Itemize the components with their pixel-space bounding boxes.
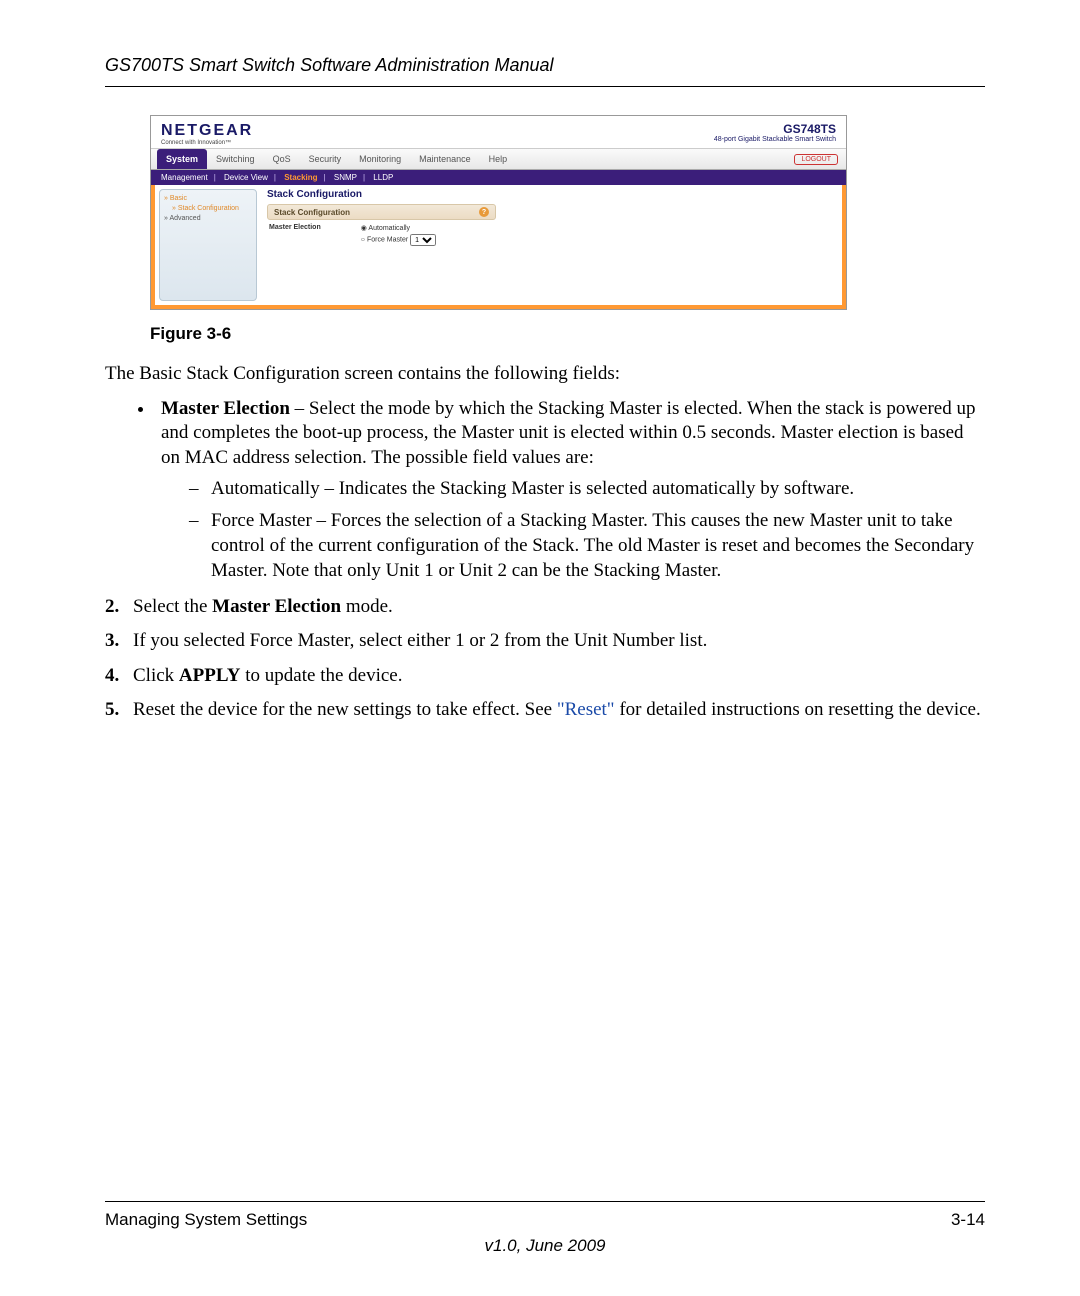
- link-reset[interactable]: "Reset": [557, 699, 615, 720]
- main-nav: System Switching QoS Security Monitoring…: [151, 148, 846, 170]
- subnav-management[interactable]: Management: [161, 173, 208, 182]
- unit-number-select[interactable]: 1 2: [410, 234, 436, 246]
- tab-help[interactable]: Help: [480, 149, 517, 169]
- tab-system[interactable]: System: [157, 149, 207, 169]
- figure-screenshot: NETGEAR Connect with Innovation™ GS748TS…: [150, 115, 850, 344]
- figure-caption: Figure 3-6: [150, 324, 850, 344]
- sidebar: » Basic » Stack Configuration » Advanced: [159, 189, 257, 301]
- sidebar-basic[interactable]: » Basic: [164, 195, 252, 202]
- radio-force-master[interactable]: ○ Force Master 1 2: [361, 234, 436, 246]
- subbullet-automatically: Automatically – Indicates the Stacking M…: [189, 477, 985, 502]
- help-icon[interactable]: ?: [479, 207, 489, 217]
- bullet-master-election: Master Election – Select the mode by whi…: [155, 397, 985, 584]
- doc-header-title: GS700TS Smart Switch Software Administra…: [105, 55, 985, 76]
- panel-title: Stack Configuration: [267, 189, 836, 200]
- intro-text: The Basic Stack Configuration screen con…: [105, 362, 985, 387]
- device-model: GS748TS: [714, 122, 836, 136]
- tab-switching[interactable]: Switching: [207, 149, 264, 169]
- footer-page-number: 3-14: [951, 1210, 985, 1230]
- panel-subheader: Stack Configuration ?: [267, 204, 496, 220]
- tab-qos[interactable]: QoS: [264, 149, 300, 169]
- subbullet-force-master: Force Master – Forces the selection of a…: [189, 509, 985, 583]
- tab-monitoring[interactable]: Monitoring: [350, 149, 410, 169]
- page-footer: Managing System Settings 3-14 v1.0, June…: [105, 1193, 985, 1256]
- step-2: 2. Select the Master Election mode.: [105, 594, 985, 621]
- header-rule: [105, 86, 985, 87]
- footer-section: Managing System Settings: [105, 1210, 307, 1230]
- subnav-deviceview[interactable]: Device View: [224, 173, 268, 182]
- subnav-stacking[interactable]: Stacking: [284, 173, 317, 182]
- step-5: 5. Reset the device for the new settings…: [105, 697, 985, 724]
- device-model-sub: 48-port Gigabit Stackable Smart Switch: [714, 136, 836, 143]
- tab-security[interactable]: Security: [300, 149, 351, 169]
- radio-automatically[interactable]: ◉ Automatically: [361, 224, 436, 232]
- logout-button[interactable]: LOGOUT: [794, 154, 838, 165]
- tab-maintenance[interactable]: Maintenance: [410, 149, 480, 169]
- subnav-lldp[interactable]: LLDP: [373, 173, 393, 182]
- subnav-snmp[interactable]: SNMP: [334, 173, 357, 182]
- field-label-master-election: Master Election: [269, 224, 321, 248]
- sidebar-advanced[interactable]: » Advanced: [164, 215, 252, 222]
- step-3: 3. If you selected Force Master, select …: [105, 628, 985, 655]
- sidebar-stack-config[interactable]: » Stack Configuration: [164, 205, 252, 212]
- step-4: 4. Click APPLY to update the device.: [105, 663, 985, 690]
- footer-version: v1.0, June 2009: [105, 1236, 985, 1256]
- brand-tagline: Connect with Innovation™: [161, 140, 253, 146]
- brand-logo: NETGEAR: [161, 122, 253, 140]
- sub-nav: Management| Device View| Stacking| SNMP|…: [151, 170, 846, 185]
